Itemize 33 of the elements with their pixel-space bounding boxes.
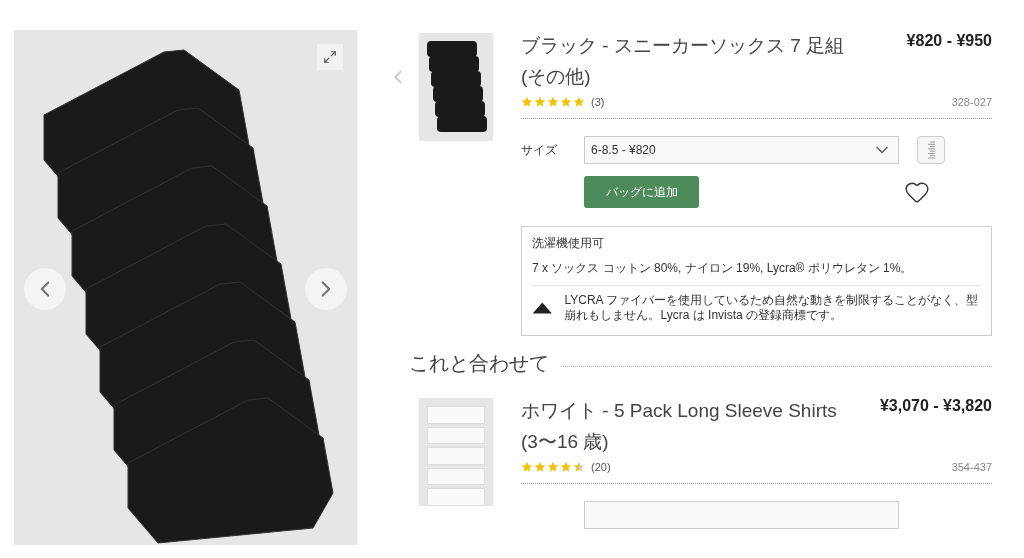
star-icon: [573, 461, 585, 473]
product-thumbnail[interactable]: [419, 33, 493, 141]
expand-icon[interactable]: [317, 44, 343, 70]
product-code: 354-437: [951, 461, 992, 473]
star-icon: [534, 96, 546, 108]
product-title: ホワイト - 5 Pack Long Sleeve Shirts (3〜16 歳): [521, 399, 838, 454]
size-guide-button[interactable]: [917, 136, 945, 164]
care-text: 洗濯機使用可: [532, 235, 605, 252]
star-icon: [534, 461, 546, 473]
star-icon: [521, 96, 533, 108]
ruler-icon: [926, 140, 936, 160]
review-count[interactable]: (3): [591, 96, 605, 108]
star-icon: [547, 96, 559, 108]
section-heading: これと合わせて: [409, 351, 549, 376]
next-image-button[interactable]: [305, 268, 347, 310]
star-icon: [560, 96, 572, 108]
product-price: ¥820 - ¥950: [906, 31, 992, 51]
product-code: 328-027: [951, 96, 992, 108]
star-icon: [560, 461, 572, 473]
lycra-note: LYCRA ファイバーを使用しているため自然な動きを制限することがなく、型崩れもしません。Lycra は Invista の登録商標です。: [564, 293, 980, 323]
review-count[interactable]: (20): [591, 461, 611, 473]
size-select[interactable]: 6-8.5 - ¥820: [584, 136, 899, 164]
size-label: サイズ: [521, 141, 558, 159]
composition-text: 7 x ソックス コットン 80%, ナイロン 19%, Lycra® ポリウレタン 1%。: [532, 260, 914, 277]
product-thumbnail[interactable]: [419, 398, 493, 506]
star-icon: [521, 461, 533, 473]
previous-image-button[interactable]: [24, 268, 66, 310]
size-select[interactable]: [584, 501, 899, 529]
star-icon: [573, 96, 585, 108]
product-title: ブラック - スニーカーソックス 7 足組 (その他): [521, 34, 845, 89]
product-price: ¥3,070 - ¥3,820: [879, 396, 992, 416]
add-to-bag-button[interactable]: バッグに追加: [584, 176, 699, 208]
star-icon: [547, 461, 559, 473]
